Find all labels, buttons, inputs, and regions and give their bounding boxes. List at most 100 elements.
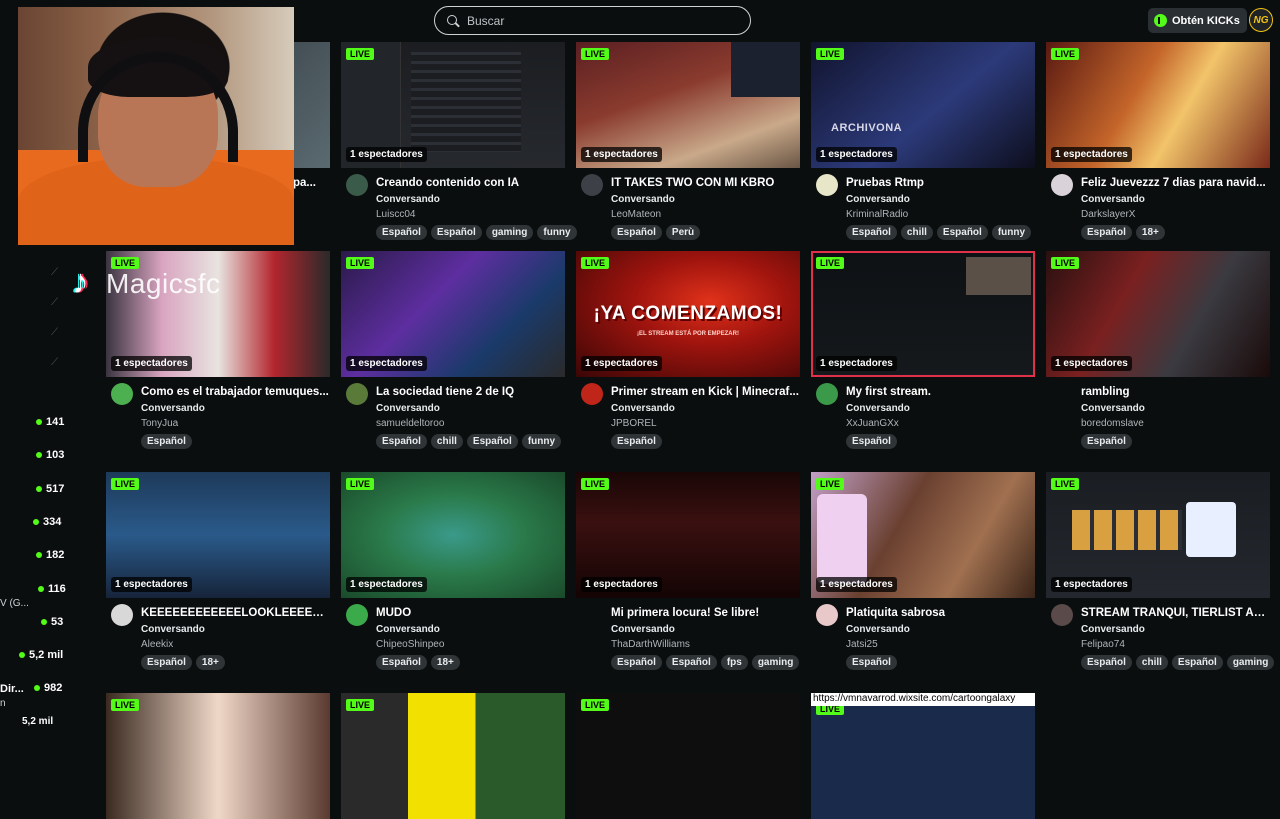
stream-category[interactable]: Conversando (846, 194, 910, 205)
stream-category[interactable]: Conversando (1081, 194, 1145, 205)
stream-thumbnail[interactable]: LIVE (341, 693, 565, 819)
tag[interactable]: fps (720, 655, 748, 670)
channel-avatar[interactable] (111, 383, 133, 405)
search-bar[interactable] (434, 6, 751, 35)
stream-title[interactable]: My first stream. (846, 386, 1034, 398)
stream-category[interactable]: Conversando (141, 403, 205, 414)
stream-title[interactable]: KEEEEEEEEEEEELOOKLEEEEEEEE (141, 607, 329, 619)
channel-name[interactable]: DarkslayerX (1081, 209, 1135, 220)
stream-thumbnail[interactable]: LIVE 1 espectadores (106, 472, 330, 598)
stream-thumbnail[interactable]: LIVE 1 espectadores (811, 251, 1035, 377)
tag[interactable]: 18+ (430, 655, 460, 670)
stream-title[interactable]: IT TAKES TWO CON MI KBRO (611, 177, 799, 189)
tag[interactable]: Español (846, 434, 897, 449)
stream-title[interactable]: Platiquita sabrosa (846, 607, 1034, 619)
stream-category[interactable]: Conversando (376, 194, 440, 205)
stream-title[interactable]: Creando contenido con IA (376, 177, 564, 189)
channel-avatar[interactable] (816, 383, 838, 405)
tag[interactable]: funny (991, 225, 1032, 240)
tag[interactable]: Español (936, 225, 988, 240)
tag[interactable]: Español (376, 225, 427, 240)
tag[interactable]: Perù (665, 225, 701, 240)
stream-thumbnail[interactable]: ¡YA COMENZAMOS! ¡EL STREAM ESTÁ POR EMPE… (576, 251, 800, 377)
tag[interactable]: Español (1081, 655, 1132, 670)
stream-title[interactable]: rambling (1081, 386, 1269, 398)
sidebar-channel-name[interactable]: Dir... (0, 683, 24, 695)
tag[interactable]: gaming (485, 225, 534, 240)
stream-category[interactable]: Conversando (611, 194, 675, 205)
channel-name[interactable]: ChipeoShinpeo (376, 639, 444, 650)
channel-avatar[interactable] (1051, 174, 1073, 196)
tag[interactable]: Español (611, 434, 662, 449)
tag[interactable]: chill (1135, 655, 1168, 670)
channel-avatar[interactable] (581, 604, 603, 626)
sidebar-channel-count[interactable]: 982 (34, 682, 62, 694)
sidebar-channel-count[interactable]: 103 (36, 449, 64, 461)
channel-name[interactable]: boredomslave (1081, 418, 1144, 429)
channel-avatar[interactable] (111, 604, 133, 626)
stream-category[interactable]: Conversando (1081, 403, 1145, 414)
stream-thumbnail[interactable]: LIVE (811, 693, 1035, 819)
channel-avatar[interactable] (346, 174, 368, 196)
stream-category[interactable]: Conversando (376, 403, 440, 414)
stream-title[interactable]: MUDO (376, 607, 564, 619)
channel-avatar[interactable] (346, 604, 368, 626)
stream-category[interactable]: Conversando (846, 624, 910, 635)
tag[interactable]: Español (846, 655, 897, 670)
stream-thumbnail[interactable]: LIVE 1 espectadores (1046, 251, 1270, 377)
channel-name[interactable]: Jatsi25 (846, 639, 878, 650)
tag[interactable]: funny (521, 434, 562, 449)
tag[interactable]: Español (141, 434, 192, 449)
search-input[interactable] (467, 13, 727, 28)
tag[interactable]: 18+ (1135, 225, 1165, 240)
channel-name[interactable]: Luiscc04 (376, 209, 415, 220)
user-avatar[interactable]: NG (1249, 8, 1273, 32)
sidebar-channel-count-partial[interactable]: 5,2 mil (22, 716, 53, 727)
tag[interactable]: Español (846, 225, 897, 240)
channel-avatar[interactable] (1051, 604, 1073, 626)
stream-title[interactable]: Mi primera locura! Se libre! (611, 607, 799, 619)
tag[interactable]: Español (376, 655, 427, 670)
channel-name[interactable]: LeoMateon (611, 209, 661, 220)
sidebar-channel-count[interactable]: 5,2 mil (19, 649, 63, 661)
stream-title[interactable]: STREAM TRANQUI, TIERLIST AL... (1081, 607, 1269, 619)
channel-name[interactable]: Felipao74 (1081, 639, 1125, 650)
tag[interactable]: Español (141, 655, 192, 670)
stream-category[interactable]: Conversando (611, 624, 675, 635)
tag[interactable]: gaming (1226, 655, 1275, 670)
tag[interactable]: Español (466, 434, 518, 449)
stream-category[interactable]: Conversando (611, 403, 675, 414)
sidebar-channel-count[interactable]: 182 (36, 549, 64, 561)
stream-title[interactable]: La sociedad tiene 2 de IQ (376, 386, 564, 398)
sidebar-collapsed-icon[interactable]: ⟋ (51, 327, 61, 338)
tag[interactable]: Español (1081, 225, 1132, 240)
channel-avatar[interactable] (346, 383, 368, 405)
channel-name[interactable]: TonyJua (141, 418, 178, 429)
stream-thumbnail[interactable]: LIVE (576, 693, 800, 819)
tag[interactable]: chill (430, 434, 463, 449)
stream-thumbnail[interactable]: LIVE (106, 693, 330, 819)
stream-title[interactable]: Pruebas Rtmp (846, 177, 1034, 189)
stream-title[interactable]: Feliz Juevezzz 7 dias para navid... (1081, 177, 1269, 189)
tag[interactable]: Español (611, 655, 662, 670)
tag[interactable]: Español (1171, 655, 1223, 670)
sidebar-channel-count[interactable]: 334 (33, 516, 61, 528)
stream-category[interactable]: Conversando (846, 403, 910, 414)
stream-thumbnail[interactable]: LIVE 1 espectadores (576, 42, 800, 168)
stream-title[interactable]: Primer stream en Kick | Minecraf... (611, 386, 799, 398)
stream-title[interactable]: Como es el trabajador temuques... (141, 386, 329, 398)
tag[interactable]: Español (1081, 434, 1132, 449)
tag[interactable]: chill (900, 225, 933, 240)
stream-thumbnail[interactable]: LIVE 1 espectadores (341, 251, 565, 377)
channel-name[interactable]: XxJuanGXx (846, 418, 899, 429)
stream-category[interactable]: Conversando (141, 624, 205, 635)
sidebar-channel-count[interactable]: 116 (38, 583, 66, 595)
tag[interactable]: gaming (751, 655, 800, 670)
sidebar-channel-name[interactable]: n (0, 698, 6, 709)
stream-category[interactable]: Conversando (1081, 624, 1145, 635)
channel-avatar[interactable] (1051, 383, 1073, 405)
get-kicks-button[interactable]: Obtén KICKs (1148, 8, 1247, 33)
channel-avatar[interactable] (581, 174, 603, 196)
tag[interactable]: 18+ (195, 655, 225, 670)
channel-name[interactable]: JPBOREL (611, 418, 657, 429)
